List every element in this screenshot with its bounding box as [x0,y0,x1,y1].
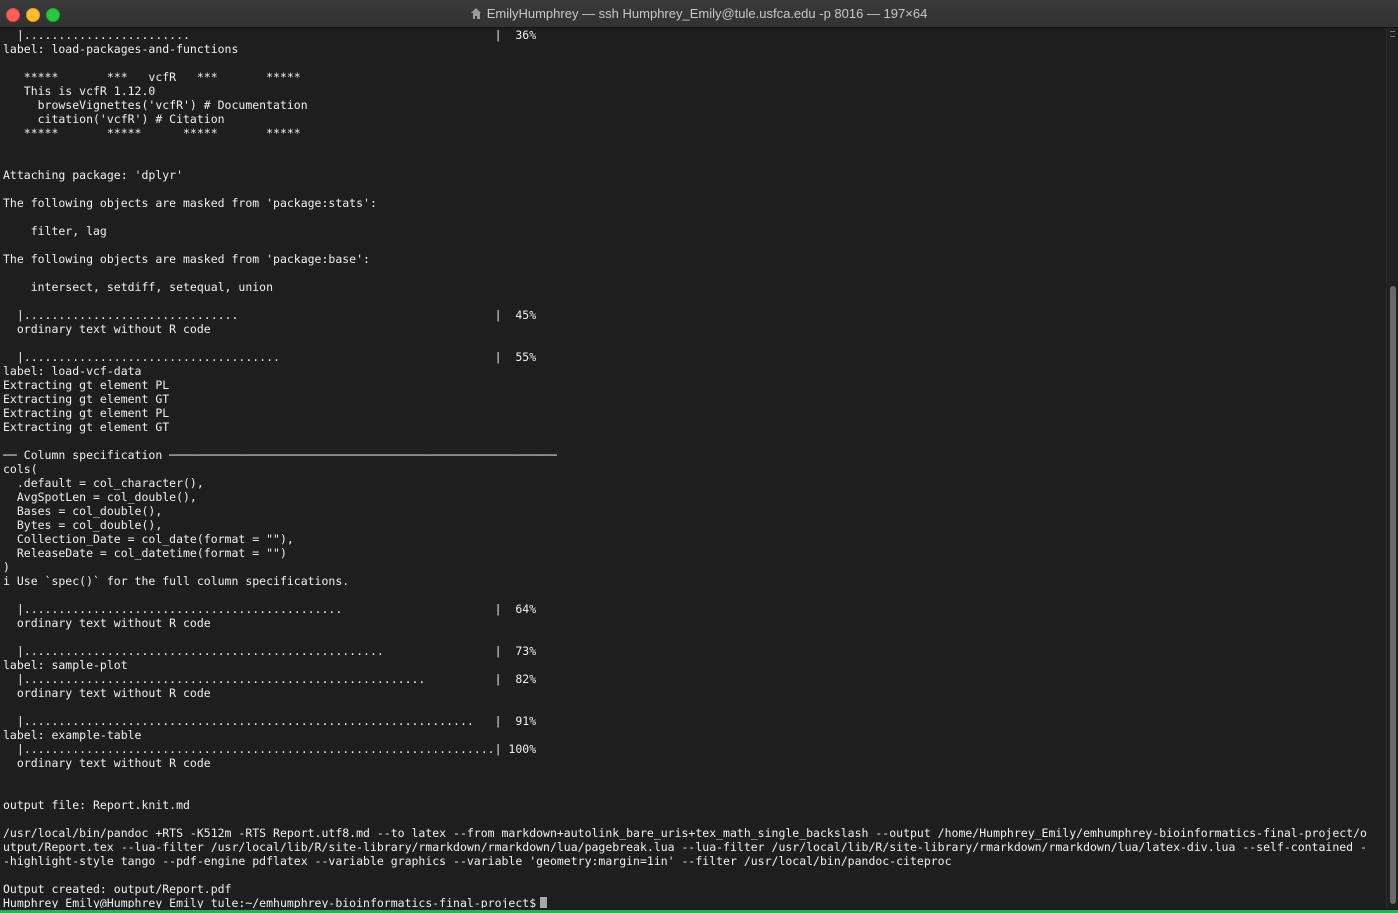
terminal-line: |............................... | 45% [3,308,537,322]
terminal-text: |........................ | 36% label: lo… [0,28,1386,908]
terminal-line: Collection_Date = col_date(format = ""), [3,532,294,546]
terminal-line: ***** *** vcfR *** ***** [3,70,301,84]
terminal-line: -highlight-style tango --pdf-engine pdfl… [3,854,952,868]
window-title-group: EmilyHumphrey — ssh Humphrey_Emily@tule.… [0,6,1398,21]
terminal-line: label: sample-plot [3,658,128,672]
terminal-line: ReleaseDate = col_datetime(format = "") [3,546,287,560]
home-icon [470,8,482,19]
terminal-line: Extracting gt element GT [3,392,170,406]
terminal-line: ── Column specification ────────────────… [3,448,557,462]
terminal-line: ordinary text without R code [3,322,211,336]
terminal-line: |.......................................… [3,672,537,686]
terminal-window: EmilyHumphrey — ssh Humphrey_Emily@tule.… [0,0,1398,913]
terminal-line: |.......................................… [3,742,537,756]
terminal-line: ordinary text without R code [3,686,211,700]
terminal-line: |..................................... |… [3,350,537,364]
terminal-line: label: load-vcf-data [3,364,142,378]
terminal-line: |.......................................… [3,644,537,658]
terminal-line: cols( [3,462,38,476]
terminal-line: The following objects are masked from 'p… [3,196,377,210]
terminal-line: AvgSpotLen = col_double(), [3,490,197,504]
terminal-line: citation('vcfR') # Citation [3,112,225,126]
terminal-line: i Use `spec()` for the full column speci… [3,574,350,588]
terminal-line: ) [3,560,10,574]
terminal-line: browseVignettes('vcfR') # Documentation [3,98,308,112]
terminal-line: label: load-packages-and-functions [3,42,239,56]
window-bottom-edge [0,908,1398,913]
terminal-line: This is vcfR 1.12.0 [3,84,156,98]
terminal-line: Extracting gt element PL [3,378,170,392]
title-bar[interactable]: EmilyHumphrey — ssh Humphrey_Emily@tule.… [0,0,1398,28]
terminal-line: Bytes = col_double(), [3,518,163,532]
text-cursor [540,897,548,908]
terminal-line: Extracting gt element GT [3,420,170,434]
terminal-lines: |........................ | 36% label: lo… [3,28,1386,896]
scroll-up-icon[interactable] [1390,31,1395,37]
terminal-line: ordinary text without R code [3,616,211,630]
terminal-line: utput/Report.tex --lua-filter /usr/local… [3,840,1367,854]
terminal-line: The following objects are masked from 'p… [3,252,370,266]
terminal-line: intersect, setdiff, setequal, union [3,280,274,294]
terminal-line: ordinary text without R code [3,756,211,770]
scrollbar-thumb[interactable] [1390,286,1396,904]
terminal-line: |.......................................… [3,714,537,728]
terminal-line: ***** ***** ***** ***** [3,126,301,140]
terminal-line: |.......................................… [3,602,537,616]
terminal-output[interactable]: |........................ | 36% label: lo… [0,28,1386,908]
terminal-line: output file: Report.knit.md [3,798,190,812]
terminal-line: |........................ | 36% [3,28,537,42]
shell-prompt: Humphrey_Emily@Humphrey_Emily_tule:~/emh… [3,896,537,908]
terminal-line: Output created: output/Report.pdf [3,882,232,896]
terminal-line: filter, lag [3,224,107,238]
terminal-line: Bases = col_double(), [3,504,163,518]
vertical-scrollbar[interactable] [1386,28,1398,908]
terminal-line: Attaching package: 'dplyr' [3,168,184,182]
terminal-line: /usr/local/bin/pandoc +RTS -K512m -RTS R… [3,826,1367,840]
window-title: EmilyHumphrey — ssh Humphrey_Emily@tule.… [486,6,928,21]
command-prompt-line[interactable]: Humphrey_Emily@Humphrey_Emily_tule:~/emh… [3,896,1386,908]
terminal-line: Extracting gt element PL [3,406,170,420]
terminal-line: label: example-table [3,728,142,742]
terminal-line: .default = col_character(), [3,476,204,490]
